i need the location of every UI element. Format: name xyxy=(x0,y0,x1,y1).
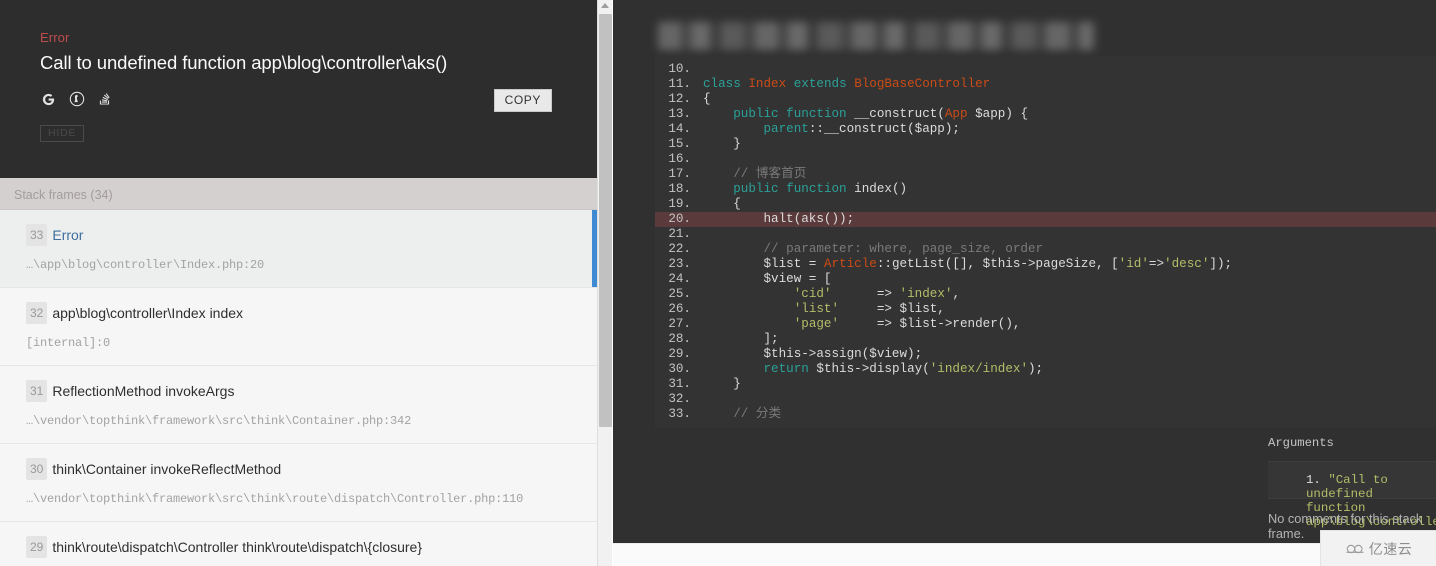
exception-type-label: Error xyxy=(40,30,70,45)
exception-search-actions xyxy=(40,89,557,109)
watermark: 亿速云 xyxy=(1320,530,1436,566)
exception-header: Error Call to undefined function app\blo… xyxy=(0,0,597,178)
watermark-text: 亿速云 xyxy=(1368,540,1413,557)
code-line: 33. // 分类 xyxy=(668,407,782,421)
arguments-title: Arguments xyxy=(1268,436,1334,450)
frame-title: 32 app\blog\controller\Index index xyxy=(26,302,579,324)
code-line: 30. return $this->display('index/index')… xyxy=(668,362,1044,376)
code-line: 20. halt(aks()); xyxy=(655,212,1436,227)
code-line: 32. xyxy=(668,392,691,406)
table-row[interactable]: 30 think\Container invokeReflectMethod …\v… xyxy=(0,444,597,522)
scrollbar-thumb[interactable] xyxy=(599,14,612,427)
table-row[interactable]: 31 ReflectionMethod invokeArgs …\vendor\to… xyxy=(0,366,597,444)
code-line: 13. public function __construct(App $app… xyxy=(668,107,1029,121)
frame-file-path: [internal]:0 xyxy=(26,336,111,350)
frame-title: 30 think\Container invokeReflectMethod xyxy=(26,458,579,480)
scroll-up-arrow-icon[interactable] xyxy=(601,3,609,8)
frame-number: 29 xyxy=(26,536,48,558)
code-line: 18. public function index() xyxy=(668,182,908,196)
frame-file-path: …\app\blog\controller\Index.php:20 xyxy=(26,258,265,272)
code-line: 16. xyxy=(668,152,691,166)
code-line: 24. $view = [ xyxy=(668,272,832,286)
code-line: 12.{ xyxy=(668,92,711,106)
arguments-box: 1. "Call to undefined function app\blog\… xyxy=(1268,461,1436,529)
left-panel: Error Call to undefined function app\blo… xyxy=(0,0,597,566)
google-search-icon[interactable] xyxy=(40,91,57,108)
right-panel: 10. 11. class Index extends BlogBaseContro… xyxy=(613,0,1436,543)
table-row[interactable]: 33 Error …\app\blog\controller\Index.php:2… xyxy=(0,210,597,288)
code-line: 26. 'list' => $list, xyxy=(668,302,945,316)
code-viewer: 10. 11. class Index extends BlogBaseContro… xyxy=(655,56,1436,428)
stack-frames-list: 33 Error …\app\blog\controller\Index.php:2… xyxy=(0,210,597,566)
frame-number: 31 xyxy=(26,380,48,402)
code-line: 29. $this->assign($view); xyxy=(668,347,923,361)
code-lines: 10. 11. class Index extends BlogBaseContro… xyxy=(655,56,1436,422)
frame-title-text: ReflectionMethod invokeArgs xyxy=(52,383,235,399)
copy-button[interactable]: COPY xyxy=(493,89,552,112)
exception-message: Call to undefined function app\blog\cont… xyxy=(40,52,448,73)
frame-title-text: think\route\dispatch\Controller think\ro… xyxy=(52,539,423,555)
table-row[interactable]: 32 app\blog\controller\Index index [intern… xyxy=(0,288,597,366)
code-line: 21. xyxy=(668,227,691,241)
code-line: 22. // parameter: where, page_size, orde… xyxy=(668,242,1044,256)
table-row[interactable]: 29 think\route\dispatch\Controller think\… xyxy=(0,522,597,566)
stackoverflow-search-icon[interactable] xyxy=(96,91,113,108)
whoops-error-page: Error Call to undefined function app\blo… xyxy=(0,0,1436,566)
code-line: 19. { xyxy=(668,197,741,211)
frame-title-text: think\Container invokeReflectMethod xyxy=(52,461,282,477)
code-line: 10. xyxy=(668,62,691,76)
code-line: 23. $list = Article::getList([], $this->… xyxy=(668,257,1233,271)
code-line: 31. } xyxy=(668,377,741,391)
frame-title-text: app\blog\controller\Index index xyxy=(52,305,244,321)
code-line: 28. ]; xyxy=(668,332,779,346)
stack-frames-header: Stack frames (34) xyxy=(0,178,597,210)
frame-file-path: …\vendor\topthink\framework\src\think\Co… xyxy=(26,414,412,428)
frame-title: 29 think\route\dispatch\Controller think\… xyxy=(26,536,579,558)
frame-title: 31 ReflectionMethod invokeArgs xyxy=(26,380,579,402)
argument-index: 1. xyxy=(1306,473,1321,487)
cloud-icon xyxy=(1345,542,1365,556)
code-line: 15. } xyxy=(668,137,741,151)
code-line: 25. 'cid' => 'index', xyxy=(668,287,960,301)
hide-button[interactable]: HIDE xyxy=(40,125,85,142)
frame-number: 33 xyxy=(26,224,48,246)
frame-number: 30 xyxy=(26,458,48,480)
code-line: 27. 'page' => $list->render(), xyxy=(668,317,1021,331)
redacted-file-path xyxy=(658,22,1094,50)
frame-file-path: …\vendor\topthink\framework\src\think\ro… xyxy=(26,492,524,506)
bottom-strip xyxy=(613,543,1436,566)
left-panel-scrollbar[interactable] xyxy=(597,0,612,566)
code-line: 17. // 博客首页 xyxy=(668,167,807,181)
frame-title: 33 Error xyxy=(26,224,579,246)
frame-title-text: Error xyxy=(52,227,84,243)
code-line: 11. class Index extends BlogBaseControlle… xyxy=(668,77,991,91)
code-line: 14. parent::__construct($app); xyxy=(668,122,960,136)
duckduckgo-search-icon[interactable] xyxy=(68,91,85,108)
frame-number: 32 xyxy=(26,302,48,324)
